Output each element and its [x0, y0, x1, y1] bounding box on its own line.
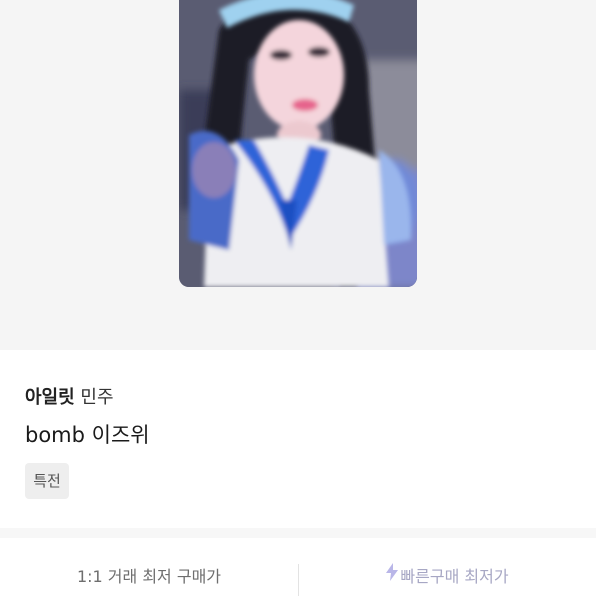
- tab-direct-trade-label: 1:1 거래 최저 구매가: [76, 567, 222, 586]
- product-image-area: [0, 0, 596, 350]
- photocard-illustration: [179, 0, 417, 287]
- product-info: 아일릿 민주 bomb 이즈위 특전: [0, 350, 596, 528]
- price-tabs: 1:1 거래 최저 구매가 빠른구매 최저가: [0, 538, 596, 596]
- product-title: bomb 이즈위: [25, 423, 150, 447]
- section-divider: [0, 528, 596, 538]
- tag-badge: 특전: [25, 463, 69, 499]
- photocard-image[interactable]: [179, 0, 417, 287]
- tab-direct-trade-lowest-price[interactable]: 1:1 거래 최저 구매가: [0, 538, 298, 596]
- tab-quick-buy-lowest-price[interactable]: 빠른구매 최저가: [299, 538, 596, 596]
- artist-line: 아일릿 민주: [25, 383, 114, 409]
- lightning-icon: [386, 537, 399, 596]
- tab-quick-buy-label: 빠른구매 최저가: [400, 567, 509, 586]
- group-name[interactable]: 아일릿: [25, 387, 75, 408]
- product-page: 아일릿 민주 bomb 이즈위 특전 1:1 거래 최저 구매가 빠른구매 최저…: [0, 0, 596, 596]
- member-name[interactable]: 민주: [80, 387, 113, 408]
